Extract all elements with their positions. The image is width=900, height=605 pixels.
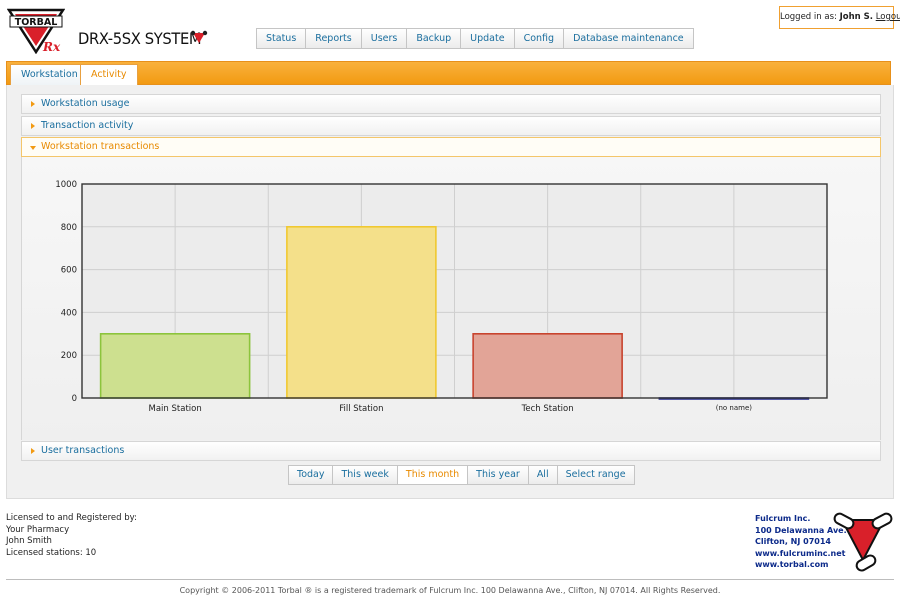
login-status: Logged in as: John S. Logout — [779, 6, 900, 29]
range-today-button[interactable]: Today — [289, 466, 334, 484]
accordion-label: Workstation usage — [41, 98, 130, 109]
chevron-right-icon — [31, 101, 35, 107]
range-this-week-button[interactable]: This week — [333, 466, 398, 484]
y-tick-label: 0 — [72, 394, 77, 404]
accordion-workstation-transactions[interactable]: Workstation transactions — [21, 137, 881, 157]
license-stations: Licensed stations: 10 — [6, 547, 97, 558]
y-tick-label: 400 — [61, 308, 77, 318]
nav-users[interactable]: Users — [362, 29, 408, 48]
license-heading: Licensed to and Registered by: — [6, 513, 137, 523]
torbal-logo: TORBAL Rx — [7, 8, 65, 54]
accordion-workstation-usage[interactable]: Workstation usage — [21, 94, 881, 114]
x-tick-label: Main Station — [149, 404, 202, 414]
y-tick-label: 800 — [61, 223, 77, 233]
logout-link[interactable]: Logout — [876, 12, 900, 22]
range-this-month-button[interactable]: This month — [397, 466, 469, 484]
login-prefix: Logged in as: — [780, 12, 837, 22]
logo-rx-mark: Rx — [42, 40, 61, 54]
nav-backup[interactable]: Backup — [407, 29, 462, 48]
bar-chart: 0 200 400 600 800 1000 Main Station Fill Statio… — [55, 180, 828, 414]
activity-panel: Workstation usage Transaction activity W… — [6, 85, 894, 499]
header: TORBAL Rx DRX-5SX SYSTEM Status Reports … — [0, 0, 900, 62]
tab-workstation[interactable]: Workstation — [10, 64, 89, 86]
license-name: John Smith — [6, 536, 52, 546]
bar — [286, 226, 437, 399]
copyright: Copyright © 2006-2011 Torbal ® is a regi… — [179, 586, 721, 595]
chevron-down-icon — [30, 146, 36, 150]
x-tick-label: Fill Station — [339, 404, 383, 414]
workstation-transactions-chart: 0 200 400 600 800 1000 Main Station Fill Statio… — [21, 157, 881, 440]
main-nav: Status Reports Users Backup Update Confi… — [256, 28, 694, 49]
chevron-right-icon — [31, 448, 35, 454]
footer-divider — [6, 579, 894, 580]
x-tick-label: (no name) — [716, 404, 753, 412]
date-range-selector: Today This week This month This year All… — [288, 465, 635, 485]
y-tick-label: 600 — [61, 266, 77, 276]
accordion-label: User transactions — [41, 445, 125, 456]
x-tick-label: Tech Station — [521, 404, 574, 414]
nav-database-maintenance[interactable]: Database maintenance — [564, 29, 693, 48]
range-all-button[interactable]: All — [529, 466, 558, 484]
nav-config[interactable]: Config — [515, 29, 565, 48]
login-user: John S. — [839, 12, 873, 22]
accordion-label: Transaction activity — [41, 120, 134, 131]
accordion-transaction-activity[interactable]: Transaction activity — [21, 116, 881, 136]
accordion-label: Workstation transactions — [41, 141, 160, 152]
logo-text: TORBAL — [15, 17, 58, 28]
tab-activity[interactable]: Activity — [80, 64, 138, 86]
bar — [472, 333, 623, 399]
y-tick-label: 200 — [61, 351, 77, 361]
chevron-right-icon — [31, 123, 35, 129]
bar — [99, 333, 251, 399]
scale-icon — [190, 30, 208, 43]
range-select-range-button[interactable]: Select range — [558, 466, 634, 484]
nav-status[interactable]: Status — [257, 29, 307, 48]
fulcrum-logo — [833, 512, 893, 572]
y-tick-label: 1000 — [55, 180, 77, 190]
license-pharmacy: Your Pharmacy — [6, 524, 70, 535]
nav-update[interactable]: Update — [461, 29, 515, 48]
nav-reports[interactable]: Reports — [306, 29, 362, 48]
license-info: Licensed to and Registered by: Your Phar… — [6, 513, 137, 559]
accordion-user-transactions[interactable]: User transactions — [21, 441, 881, 461]
tab-bar: Workstation Activity — [6, 61, 891, 86]
range-this-year-button[interactable]: This year — [468, 466, 529, 484]
system-title: DRX-5SX SYSTEM — [78, 29, 202, 48]
